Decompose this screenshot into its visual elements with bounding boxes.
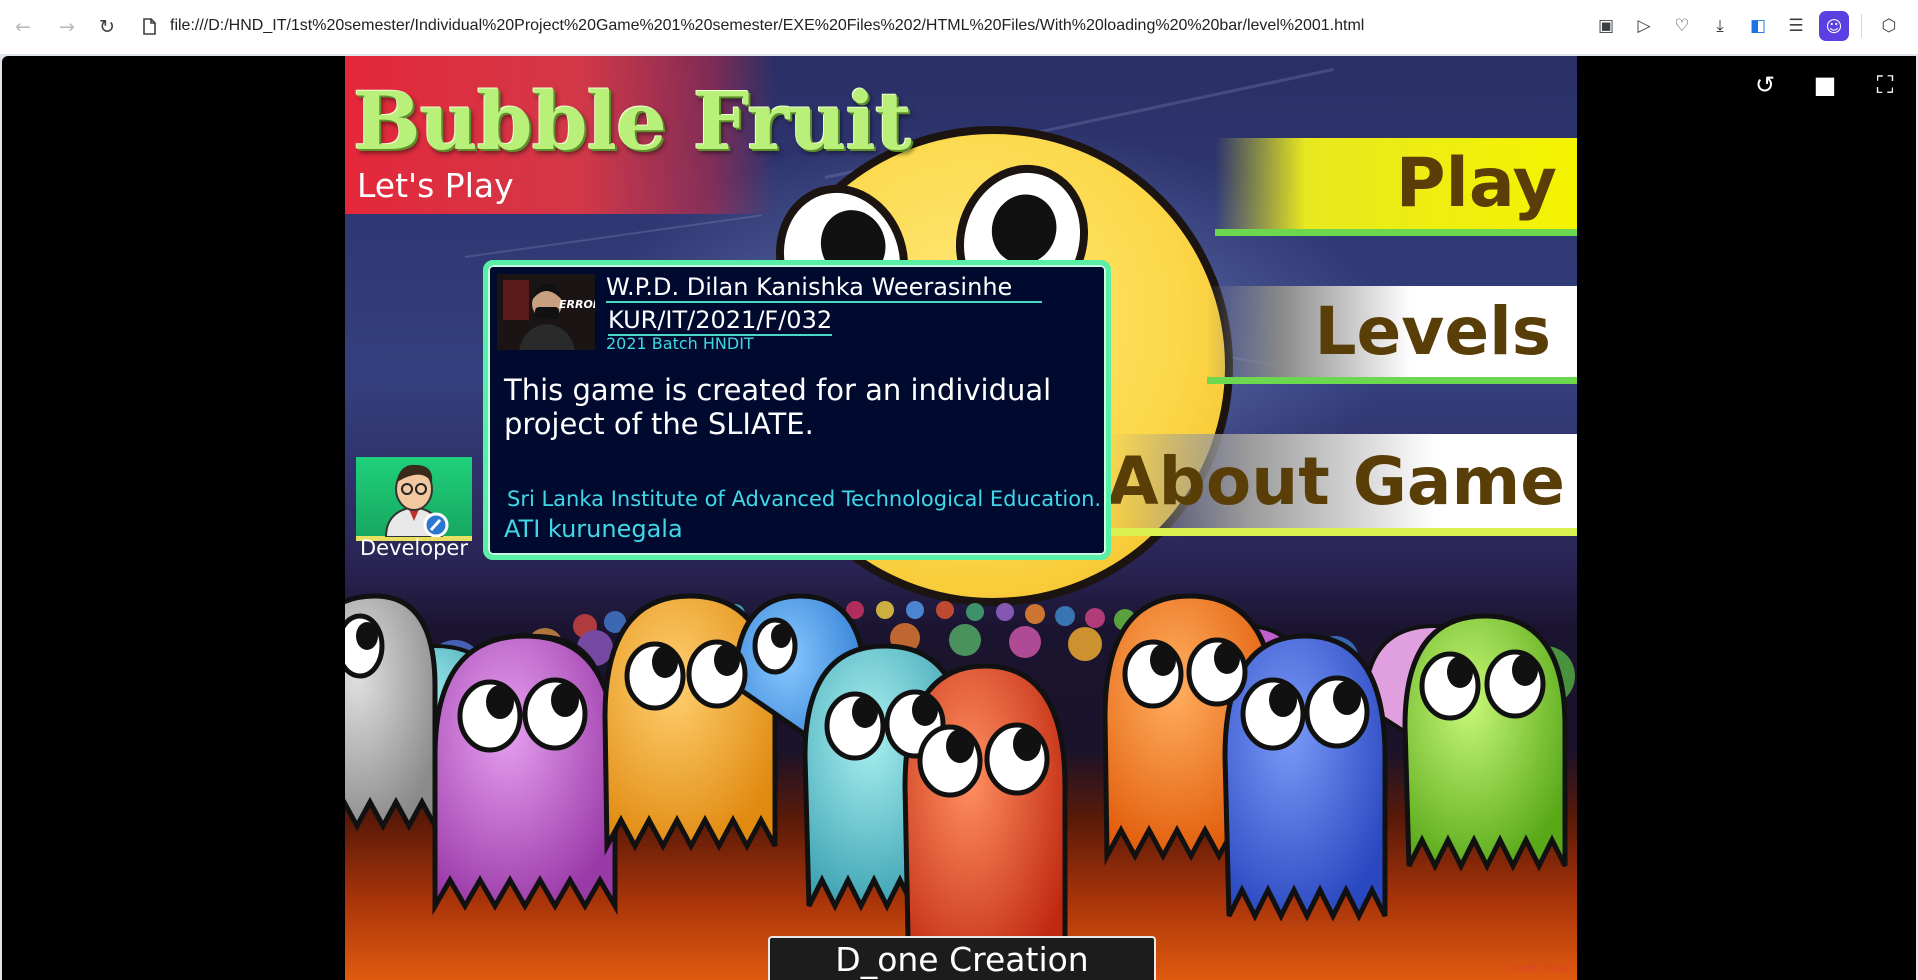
reload-icon[interactable]: ↻ (92, 12, 122, 42)
url-text: file:///D:/HND_IT/1st%20semester/Individ… (170, 17, 1365, 34)
sidebar-icon[interactable]: ◧ (1743, 11, 1773, 41)
forward-icon[interactable]: → (52, 12, 82, 42)
back-icon[interactable]: ← (8, 12, 38, 42)
photo-caption: ERROR (559, 298, 595, 311)
institute-name: Sri Lanka Institute of Advanced Technolo… (507, 487, 1102, 511)
about-game-button[interactable]: About Game (1105, 434, 1577, 536)
browser-toolbar: ← → ↻ file:///D:/HND_IT/1st%20semester/I… (0, 0, 1918, 54)
profile-icon[interactable]: ☺ (1819, 11, 1849, 41)
send-icon[interactable]: ▷ (1629, 11, 1659, 41)
page-info-icon[interactable] (142, 17, 156, 35)
extension-icon[interactable]: ⬡ (1874, 11, 1904, 41)
developer-avatar-icon (384, 464, 449, 538)
game-controls: ↺ ■ ⛶ (1750, 70, 1900, 100)
developer-photo: ERROR (497, 274, 595, 350)
developer-student-id: KUR/IT/2021/F/032 (608, 306, 833, 336)
developer-label: Developer (359, 536, 468, 560)
institute-location: ATI kurunegala (504, 515, 683, 543)
about-description: This game is created for an individual p… (504, 373, 1052, 441)
fullscreen-icon[interactable]: ⛶ (1870, 70, 1900, 100)
developer-batch: 2021 Batch HNDIT (606, 334, 754, 353)
play-button[interactable]: Play (1215, 138, 1577, 236)
camera-icon[interactable]: ▣ (1591, 11, 1621, 41)
heart-icon[interactable]: ♡ (1667, 11, 1697, 41)
developer-name: W.P.D. Dilan Kanishka Weerasinhe (606, 273, 1043, 303)
levels-button[interactable]: Levels (1207, 286, 1577, 384)
address-bar[interactable]: file:///D:/HND_IT/1st%20semester/Individ… (142, 10, 1364, 42)
background-streak (464, 214, 763, 258)
download-icon[interactable]: ⤓ (1705, 11, 1735, 41)
stop-icon[interactable]: ■ (1810, 70, 1840, 100)
developer-button[interactable] (356, 457, 472, 541)
ghost-crowd-art (345, 593, 1575, 980)
footer-credit: D_one Creation (768, 936, 1156, 980)
artist-signature: Death Design (1509, 964, 1571, 974)
game-title: Bubble Fruit (353, 74, 912, 168)
page-viewport: ↺ ■ ⛶ Bubble Fruit Let's Play Play Level… (2, 56, 1916, 980)
lets-play-label: Let's Play (357, 166, 514, 205)
game-stage: Bubble Fruit Let's Play Play Levels Abou… (345, 56, 1577, 980)
ghost-crowd (345, 556, 1577, 980)
menu-icon[interactable]: ☰ (1781, 11, 1811, 41)
about-developer-card: ERROR W.P.D. Dilan Kanishka Weerasinhe K… (483, 260, 1111, 560)
restart-icon[interactable]: ↺ (1750, 70, 1780, 100)
toolbar-divider (1861, 14, 1862, 38)
